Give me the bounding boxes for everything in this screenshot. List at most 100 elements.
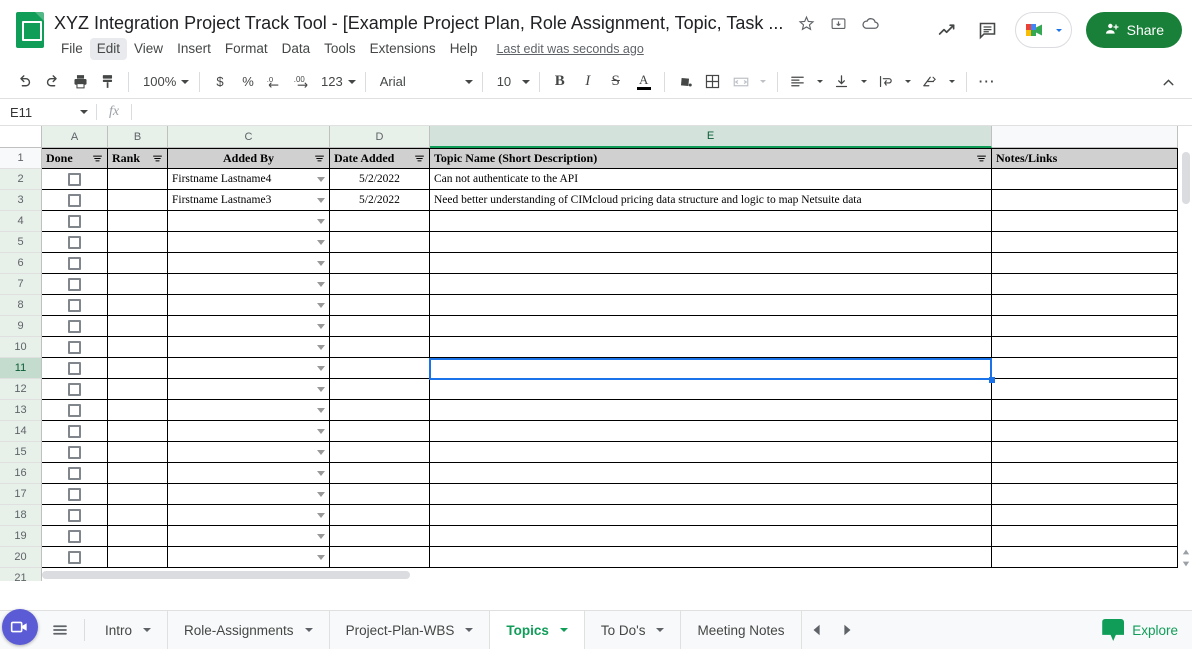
sheet-tab-chevron-down-icon[interactable] xyxy=(143,628,152,632)
done-checkbox[interactable] xyxy=(68,508,81,522)
document-title[interactable]: XYZ Integration Project Track Tool - [Ex… xyxy=(54,13,783,34)
explore-button[interactable]: Explore xyxy=(1102,619,1178,641)
cell-rank[interactable] xyxy=(108,232,168,253)
cell-rank[interactable] xyxy=(108,211,168,232)
vertical-scrollbar-thumb[interactable] xyxy=(1182,152,1190,204)
cell-topic-name[interactable] xyxy=(430,253,992,274)
cell-topic-name[interactable] xyxy=(430,211,992,232)
dropdown-chevron-icon[interactable] xyxy=(317,344,325,350)
cell-rank[interactable] xyxy=(108,358,168,379)
done-checkbox[interactable] xyxy=(68,193,81,207)
sheet-tab-chevron-down-icon[interactable] xyxy=(656,628,665,632)
row-header-19[interactable]: 19 xyxy=(0,526,42,547)
dropdown-chevron-icon[interactable] xyxy=(317,554,325,560)
cell-rank[interactable] xyxy=(108,484,168,505)
sheet-tab-intro[interactable]: Intro xyxy=(89,610,169,649)
cell-added-by[interactable] xyxy=(168,400,330,421)
wrap-chevron-down-icon[interactable] xyxy=(900,68,916,96)
dropdown-chevron-icon[interactable] xyxy=(317,470,325,476)
done-checkbox[interactable] xyxy=(68,235,81,249)
cell-notes-links[interactable] xyxy=(992,400,1178,421)
borders-icon[interactable] xyxy=(699,68,727,96)
sheet-tab-chevron-down-icon[interactable] xyxy=(559,628,568,632)
strikethrough-button[interactable]: S xyxy=(602,68,630,96)
cell-date-added[interactable] xyxy=(330,547,430,568)
dropdown-chevron-icon[interactable] xyxy=(317,239,325,245)
done-checkbox[interactable] xyxy=(68,256,81,270)
done-checkbox[interactable] xyxy=(68,172,81,186)
zoom-selector[interactable]: 100% xyxy=(135,68,193,96)
dropdown-chevron-icon[interactable] xyxy=(317,533,325,539)
cell-topic-name[interactable] xyxy=(430,484,992,505)
cell-topic-name[interactable] xyxy=(430,463,992,484)
cell-added-by[interactable] xyxy=(168,274,330,295)
cell-done[interactable] xyxy=(42,505,108,526)
row-header-15[interactable]: 15 xyxy=(0,442,42,463)
horizontal-scrollbar-thumb[interactable] xyxy=(42,571,410,579)
column-header-d[interactable]: D xyxy=(330,126,430,148)
cell-date-added[interactable] xyxy=(330,295,430,316)
row-header-16[interactable]: 16 xyxy=(0,463,42,484)
cell-date-added[interactable] xyxy=(330,274,430,295)
cell-added-by[interactable] xyxy=(168,547,330,568)
cell-date-added[interactable] xyxy=(330,526,430,547)
sheet-tab-topics[interactable]: Topics xyxy=(490,610,585,649)
google-meet-button[interactable] xyxy=(1014,12,1072,48)
cell-notes-links[interactable] xyxy=(992,190,1178,211)
formula-input[interactable] xyxy=(132,99,1192,125)
dropdown-chevron-icon[interactable] xyxy=(317,260,325,266)
cell-rank[interactable] xyxy=(108,463,168,484)
select-all-corner[interactable] xyxy=(0,126,42,148)
cell-added-by[interactable] xyxy=(168,253,330,274)
cell-date-added[interactable] xyxy=(330,505,430,526)
vertical-scrollbar[interactable] xyxy=(1179,148,1192,581)
more-formats-button[interactable]: 123 xyxy=(318,68,359,96)
horizontal-align-icon[interactable] xyxy=(784,68,812,96)
cell-added-by[interactable]: Firstname Lastname3 xyxy=(168,190,330,211)
column-header-blank[interactable] xyxy=(992,126,1178,148)
cell-rank[interactable] xyxy=(108,190,168,211)
cell-notes-links[interactable] xyxy=(992,295,1178,316)
cell-added-by[interactable]: Firstname Lastname4 xyxy=(168,169,330,190)
sheet-tab-chevron-down-icon[interactable] xyxy=(304,628,313,632)
cell-date-added[interactable] xyxy=(330,337,430,358)
row-header-4[interactable]: 4 xyxy=(0,211,42,232)
dropdown-chevron-icon[interactable] xyxy=(317,407,325,413)
dropdown-chevron-icon[interactable] xyxy=(317,197,325,203)
menu-data[interactable]: Data xyxy=(275,38,318,60)
cell-notes-links[interactable] xyxy=(992,526,1178,547)
last-edit-status[interactable]: Last edit was seconds ago xyxy=(496,42,643,56)
cell-added-by[interactable] xyxy=(168,232,330,253)
cell-topic-name[interactable] xyxy=(430,442,992,463)
dropdown-chevron-icon[interactable] xyxy=(317,491,325,497)
cell-done[interactable] xyxy=(42,358,108,379)
done-checkbox[interactable] xyxy=(68,466,81,480)
increase-decimal-button[interactable]: .00 xyxy=(290,68,318,96)
cell-rank[interactable] xyxy=(108,442,168,463)
filter-icon[interactable] xyxy=(313,153,325,165)
text-color-button[interactable]: A xyxy=(630,68,658,96)
all-sheets-icon[interactable] xyxy=(40,611,80,649)
cell-added-by[interactable] xyxy=(168,316,330,337)
next-sheet-icon[interactable] xyxy=(832,611,862,649)
row-header-8[interactable]: 8 xyxy=(0,295,42,316)
scroll-up-icon[interactable] xyxy=(1181,547,1191,557)
cell-topic-name[interactable] xyxy=(430,547,992,568)
fill-color-icon[interactable] xyxy=(671,68,699,96)
cell-done[interactable] xyxy=(42,526,108,547)
cell-done[interactable] xyxy=(42,337,108,358)
done-checkbox[interactable] xyxy=(68,403,81,417)
cell-topic-name[interactable] xyxy=(430,316,992,337)
name-box[interactable]: E11 xyxy=(0,99,96,125)
column-header-c[interactable]: C xyxy=(168,126,330,148)
cell-rank[interactable] xyxy=(108,379,168,400)
row-header-5[interactable]: 5 xyxy=(0,232,42,253)
text-wrapping-icon[interactable] xyxy=(872,68,900,96)
comment-history-icon[interactable] xyxy=(975,17,1001,43)
sheet-tab-chevron-down-icon[interactable] xyxy=(465,628,474,632)
cell-done[interactable] xyxy=(42,547,108,568)
cell-done[interactable] xyxy=(42,253,108,274)
cell-notes-links[interactable] xyxy=(992,442,1178,463)
row-header-3[interactable]: 3 xyxy=(0,190,42,211)
dropdown-chevron-icon[interactable] xyxy=(317,218,325,224)
